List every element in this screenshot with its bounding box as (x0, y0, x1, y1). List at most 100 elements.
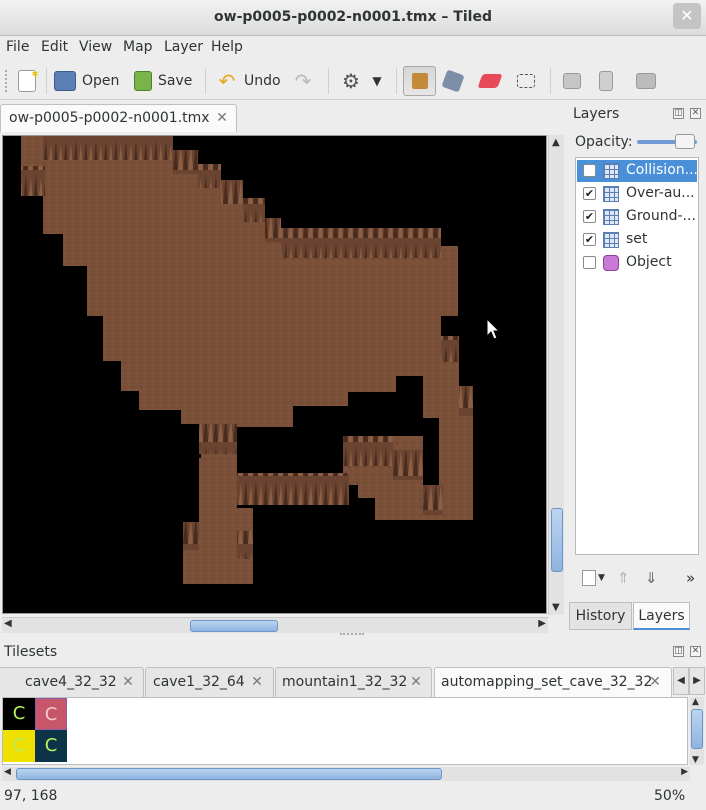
add-layer-button[interactable]: ▼ (582, 570, 608, 588)
commands-button[interactable]: ⚙ ▼ (340, 66, 384, 96)
close-panel-icon[interactable]: ✕ (690, 108, 701, 119)
save-button[interactable]: Save (134, 66, 192, 96)
menu-help[interactable]: Help (211, 39, 243, 55)
polygon-icon (599, 71, 613, 91)
save-label: Save (158, 73, 193, 89)
layers-panel-title: Layers (573, 106, 620, 122)
float-panel-icon[interactable]: ◫ (673, 646, 684, 657)
tile-collision[interactable]: C (3, 698, 35, 730)
tileset-tab-cave4[interactable]: cave4_32_32 ✕ (0, 667, 144, 697)
scroll-left-icon[interactable]: ◀ (4, 767, 11, 777)
layer-visibility-checkbox[interactable] (583, 256, 596, 269)
layer-visibility-checkbox[interactable]: ✔ (583, 187, 596, 200)
layer-row-collision[interactable]: Collision... (577, 160, 698, 182)
tile-yellow[interactable]: C (3, 730, 35, 762)
tileset-vertical-scrollbar[interactable]: ▲ ▼ (690, 697, 704, 765)
tab-scroll-left-icon[interactable]: ◀ (673, 667, 689, 695)
tile-layer-icon (603, 209, 619, 225)
eraser-tool[interactable] (477, 66, 503, 96)
menu-file[interactable]: File (6, 39, 29, 55)
map-vertical-scrollbar[interactable]: ▲ ▼ (548, 135, 564, 615)
new-map-button[interactable]: ✶ (18, 66, 40, 96)
toolbar-grip[interactable] (5, 70, 9, 92)
tileset-tab-automapping[interactable]: automapping_set_cave_32_32 ✕ (434, 667, 672, 697)
close-tab-icon[interactable]: ✕ (215, 111, 229, 125)
opacity-slider[interactable] (637, 134, 697, 149)
close-tab-icon[interactable]: ✕ (409, 675, 423, 689)
scroll-right-icon[interactable]: ▶ (681, 767, 688, 777)
layer-row-object[interactable]: Object (577, 252, 697, 274)
menu-map[interactable]: Map (123, 39, 153, 55)
menu-layer[interactable]: Layer (164, 39, 203, 55)
undo-button[interactable]: ↶ Undo (216, 66, 281, 96)
document-tab[interactable]: ow-p0005-p0002-n0001.tmx ✕ (0, 104, 237, 132)
scroll-up-icon[interactable]: ▲ (692, 697, 699, 707)
tileset-view[interactable]: C C C C (2, 697, 688, 765)
insert-object-tool[interactable] (636, 66, 656, 96)
layer-row-set[interactable]: ✔ set (577, 229, 697, 251)
cave-wall (199, 424, 237, 454)
tab-history[interactable]: History (569, 602, 632, 630)
layer-name: set (626, 231, 648, 247)
lower-layer-icon[interactable]: ⇓ (645, 569, 658, 587)
tile-pink[interactable]: C (35, 698, 67, 730)
tab-scroll-right-icon[interactable]: ▶ (689, 667, 705, 695)
close-tab-icon[interactable]: ✕ (121, 675, 135, 689)
more-actions-button[interactable]: » (686, 569, 695, 587)
document-tab-label: ow-p0005-p0002-n0001.tmx (9, 110, 210, 126)
zoom-level[interactable]: 50% (654, 788, 685, 804)
window-title: ow-p0005-p0002-n0001.tmx – Tiled (214, 9, 492, 25)
close-panel-icon[interactable]: ✕ (690, 646, 701, 657)
cave-wall (281, 228, 441, 258)
tile-teal[interactable]: C (35, 730, 67, 762)
vertical-scroll-thumb[interactable] (551, 508, 563, 572)
close-tab-icon[interactable]: ✕ (250, 675, 264, 689)
splitter-handle[interactable] (340, 633, 364, 637)
select-objects-tool[interactable] (563, 66, 581, 96)
scroll-left-icon[interactable]: ◀ (4, 618, 12, 629)
tileset-tab-mountain1[interactable]: mountain1_32_32 ✕ (275, 667, 432, 697)
layer-visibility-checkbox[interactable]: ✔ (583, 233, 596, 246)
menu-view[interactable]: View (79, 39, 112, 55)
layer-row-over-auto[interactable]: ✔ Over-au... (577, 183, 697, 205)
title-bar: ow-p0005-p0002-n0001.tmx – Tiled ✕ (0, 0, 706, 36)
cave-wall (423, 485, 443, 515)
layer-visibility-checkbox[interactable]: ✔ (583, 210, 596, 223)
toolbar-separator (205, 68, 206, 94)
horizontal-scroll-thumb[interactable] (16, 768, 442, 780)
tileset-tab-cave1[interactable]: cave1_32_64 ✕ (145, 667, 274, 697)
scroll-up-icon[interactable]: ▲ (552, 137, 560, 148)
vertical-scroll-thumb[interactable] (691, 709, 703, 749)
layer-visibility-checkbox[interactable] (583, 164, 596, 177)
opacity-label: Opacity: (575, 134, 633, 150)
tileset-horizontal-scrollbar[interactable]: ◀ ▶ (2, 767, 690, 781)
map-horizontal-scrollbar[interactable]: ◀ ▶ (2, 617, 548, 633)
scroll-down-icon[interactable]: ▼ (692, 755, 699, 765)
float-panel-icon[interactable]: ◫ (673, 108, 684, 119)
paint-bucket-icon (441, 69, 465, 93)
layer-row-ground[interactable]: ✔ Ground-... (577, 206, 697, 228)
edit-polygons-tool[interactable] (599, 66, 613, 96)
undo-icon: ↶ (218, 69, 236, 93)
tileset-tab-label: mountain1_32_32 (282, 674, 408, 690)
bucket-fill-tool[interactable] (441, 66, 465, 96)
cave-wall (21, 166, 45, 196)
horizontal-scroll-thumb[interactable] (190, 620, 278, 632)
menu-edit[interactable]: Edit (41, 39, 68, 55)
cave-wall (265, 218, 281, 242)
raise-layer-icon[interactable]: ⇑ (617, 569, 630, 587)
close-window-button[interactable]: ✕ (673, 3, 701, 29)
close-tab-icon[interactable]: ✕ (648, 675, 662, 689)
scroll-right-icon[interactable]: ▶ (538, 618, 546, 629)
cursor-coordinates: 97, 168 (4, 788, 58, 804)
rectangle-select-tool[interactable] (517, 66, 535, 96)
cave-wall (243, 198, 265, 222)
tile-layer-icon (603, 186, 619, 202)
redo-button[interactable]: ↷ (292, 66, 314, 96)
stamp-brush-tool[interactable] (403, 66, 436, 96)
open-button[interactable]: Open (54, 66, 119, 96)
opacity-slider-handle[interactable] (675, 134, 695, 149)
scroll-down-icon[interactable]: ▼ (552, 602, 560, 613)
map-canvas[interactable] (2, 135, 547, 614)
tab-layers[interactable]: Layers (633, 602, 690, 630)
